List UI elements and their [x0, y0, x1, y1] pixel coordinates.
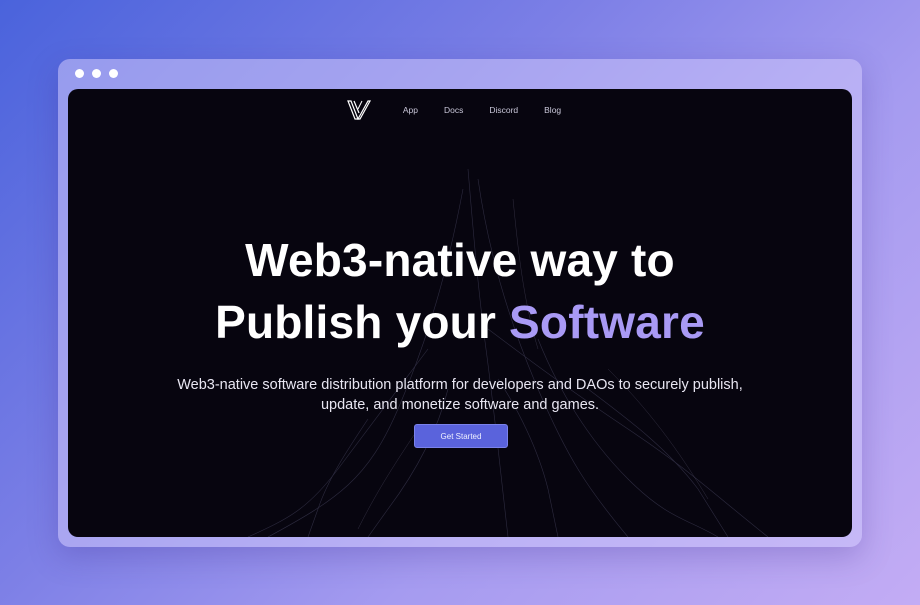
- hero-headline-line1: Web3-native way to: [245, 234, 675, 286]
- window-dot-icon[interactable]: [75, 69, 84, 78]
- browser-window: App Docs Discord Blog Web3-native way to…: [58, 59, 862, 547]
- hero-headline-line2-prefix: Publish your: [215, 296, 497, 348]
- nav-link-blog[interactable]: Blog: [544, 105, 561, 115]
- v-logo-icon[interactable]: [346, 99, 372, 121]
- hero-headline-accent: Software: [509, 296, 705, 348]
- nav-link-docs[interactable]: Docs: [444, 105, 463, 115]
- nav-link-app[interactable]: App: [403, 105, 418, 115]
- window-dot-icon[interactable]: [109, 69, 118, 78]
- hero-subtitle: Web3-native software distribution platfo…: [177, 377, 743, 413]
- hero-headline: Web3-native way to Publish your Software: [68, 229, 852, 353]
- top-nav: App Docs Discord Blog: [68, 99, 852, 121]
- get-started-button[interactable]: Get Started: [414, 424, 508, 448]
- window-controls: [75, 69, 118, 78]
- nav-link-discord[interactable]: Discord: [489, 105, 518, 115]
- window-dot-icon[interactable]: [92, 69, 101, 78]
- page-viewport: App Docs Discord Blog Web3-native way to…: [68, 89, 852, 537]
